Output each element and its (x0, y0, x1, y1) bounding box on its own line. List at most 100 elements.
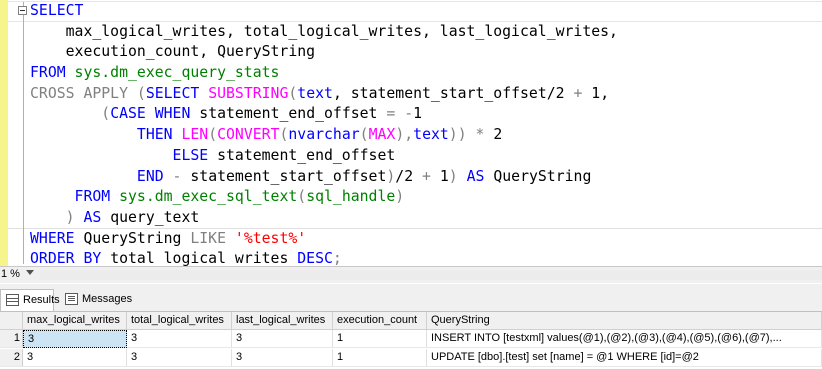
column-header[interactable]: max_logical_writes (23, 312, 127, 330)
code-token: ) (448, 167, 458, 185)
code-line[interactable]: max_logical_writes, total_logical_writes… (30, 22, 618, 43)
code-line[interactable]: END - statement_start_offset)/2 + 1) AS … (30, 167, 618, 188)
code-token: ) (386, 167, 396, 185)
code-token: - (404, 105, 414, 123)
code-token: ( (208, 126, 218, 144)
code-token: AS (83, 208, 111, 226)
code-token: CASE WHEN (110, 105, 200, 123)
grid-cell[interactable]: UPDATE [dbo].[test] set [name] = @1 WHER… (427, 349, 822, 367)
code-line[interactable]: CROSS APPLY (SELECT SUBSTRING(text, stat… (30, 84, 618, 105)
code-token: max_logical_writes, total_logical_writes… (30, 22, 618, 40)
code-line[interactable]: (CASE WHEN statement_end_offset = -1 (30, 104, 618, 125)
code-token: /2 (395, 167, 423, 185)
code-token: '%test%' (234, 229, 307, 247)
collapse-minus-icon[interactable] (18, 6, 27, 15)
code-token: query_text (110, 208, 200, 226)
code-token: + (422, 167, 431, 185)
grid-cell[interactable]: 1 (333, 330, 427, 348)
code-line[interactable]: ) AS query_text (30, 208, 618, 229)
results-tabs: Results Messages (0, 284, 822, 312)
code-line[interactable]: THEN LEN(CONVERT(nvarchar(MAX),text)) * … (30, 125, 618, 146)
grid-cell[interactable]: 3 (127, 349, 232, 367)
code-token: ( (101, 105, 111, 123)
zoom-level[interactable]: 1 % (1, 268, 20, 280)
code-token: = (386, 105, 396, 123)
code-token: ) (65, 208, 84, 226)
code-token: ( (359, 126, 369, 144)
code-line[interactable]: WHERE QueryString LIKE '%test%' (30, 229, 618, 250)
column-header[interactable]: QueryString (427, 312, 822, 330)
column-header[interactable]: last_logical_writes (232, 312, 333, 330)
row-number[interactable]: 2 (0, 349, 23, 367)
code-token: statement_start_offset (181, 167, 387, 185)
outlining-line (23, 2, 24, 264)
code-token: 1, (582, 84, 610, 102)
code-line[interactable]: FROM sys.dm_exec_query_stats (30, 63, 618, 84)
grid-cell[interactable]: 3 (23, 349, 127, 367)
code-token: DESC (297, 250, 333, 266)
column-header[interactable]: execution_count (333, 312, 427, 330)
code-token: ) (395, 188, 405, 206)
grid-cell[interactable]: 3 (232, 330, 333, 348)
grid-cell[interactable]: 3 (232, 349, 333, 367)
grid-icon (6, 294, 19, 306)
code-token: sys.dm_exec_sql_text (119, 188, 298, 206)
code-token: WHERE (30, 229, 84, 247)
code-token: SUBSTRING (208, 84, 289, 102)
code-token: 1 (430, 167, 449, 185)
code-token: ORDER BY (30, 250, 111, 266)
tab-messages-label: Messages (82, 293, 133, 305)
results-grid: max_logical_writes total_logical_writes … (0, 312, 822, 369)
code-token: execution_count, QueryString (30, 43, 316, 61)
code-line[interactable]: execution_count, QueryString (30, 42, 618, 63)
sql-code[interactable]: SELECT max_logical_writes, total_logical… (30, 1, 618, 266)
grid-corner[interactable] (0, 312, 23, 330)
code-token: sys.dm_exec_query_stats (74, 64, 280, 82)
code-token: SELECT (145, 84, 209, 102)
column-header[interactable]: total_logical_writes (127, 312, 232, 330)
horizontal-scrollbar[interactable] (40, 270, 822, 280)
grid-cell[interactable]: 3 (127, 330, 232, 348)
code-token: text (297, 84, 333, 102)
grid-cell-selected[interactable]: 3 (23, 330, 127, 348)
code-token: ; (332, 250, 342, 266)
row-number[interactable]: 1 (0, 330, 23, 348)
grid-cell[interactable]: INSERT INTO [testxml] values(@1),(@2),(@… (427, 330, 822, 348)
code-token: MAX (368, 126, 396, 144)
code-line[interactable]: FROM sys.dm_exec_sql_text(sql_handle) (30, 187, 618, 208)
code-token: QueryString (83, 229, 191, 247)
tab-results[interactable]: Results (0, 289, 60, 311)
grid-cell[interactable]: 1 (333, 349, 427, 367)
code-token: text (413, 126, 449, 144)
code-token: 1 (413, 105, 423, 123)
zoom-dropdown-icon[interactable] (26, 270, 34, 275)
tab-messages[interactable]: Messages (60, 289, 138, 311)
code-token: SELECT (30, 2, 84, 19)
code-token: QueryString (493, 167, 592, 185)
code-token: FROM (74, 188, 120, 206)
messages-icon (65, 293, 78, 305)
code-token: statement_end_offset (217, 146, 396, 164)
code-line[interactable]: ORDER BY total_logical_writes DESC; (30, 249, 618, 266)
code-line[interactable]: SELECT (30, 1, 618, 22)
code-token: ( (288, 84, 298, 102)
code-token: statement_end_offset (199, 105, 387, 123)
code-line[interactable]: ELSE statement_end_offset (30, 146, 618, 167)
query-editor[interactable]: SELECT max_logical_writes, total_logical… (0, 0, 822, 266)
code-token: nvarchar (288, 126, 360, 144)
code-token: )) (448, 126, 476, 144)
code-token: , statement_start_offset/2 (332, 84, 574, 102)
code-token: LEN (181, 126, 209, 144)
code-token: END (136, 167, 173, 185)
code-token: AS (466, 167, 494, 185)
code-token: 2 (484, 126, 503, 144)
code-token: total_logical_writes (110, 250, 298, 266)
code-token: ( (297, 188, 307, 206)
